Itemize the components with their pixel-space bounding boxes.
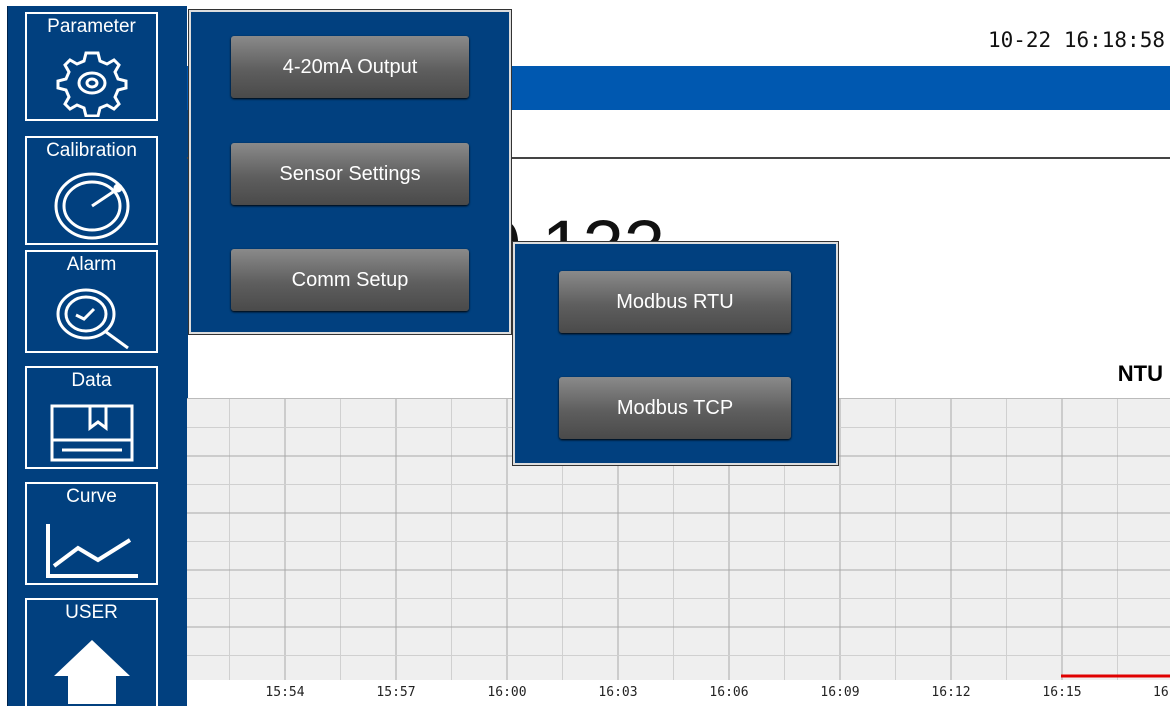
- line-curve-icon: [45, 524, 138, 578]
- nav-curve-button[interactable]: Curve: [25, 482, 158, 585]
- nav-curve-label: Curve: [66, 486, 117, 507]
- comm-setup-submenu: Modbus RTU Modbus TCP: [512, 241, 839, 466]
- nav-parameter-label: Parameter: [47, 16, 136, 37]
- modbus-rtu-button[interactable]: Modbus RTU: [559, 271, 791, 333]
- datetime-display: 10-22 16:18:58: [987, 28, 1165, 52]
- x-tick-label: 16:12: [931, 685, 971, 700]
- gear-icon: [56, 51, 127, 117]
- nav-data-button[interactable]: Data: [25, 366, 158, 469]
- sidebar: Parameter Calibration Alarm Data Curve U…: [0, 0, 188, 706]
- output-4-20ma-button[interactable]: 4-20mA Output: [231, 36, 469, 98]
- gauge-icon: [54, 172, 129, 240]
- nav-calibration-label: Calibration: [46, 140, 137, 161]
- comm-setup-button[interactable]: Comm Setup: [231, 249, 469, 311]
- x-tick-label: 16:15: [1042, 685, 1082, 700]
- sensor-settings-button[interactable]: Sensor Settings: [231, 143, 469, 205]
- nav-parameter-button[interactable]: Parameter: [25, 12, 158, 121]
- home-icon: [53, 640, 130, 704]
- data-box-icon: [50, 404, 133, 462]
- x-tick-label: 16:06: [709, 685, 749, 700]
- nav-data-label: Data: [71, 370, 112, 391]
- nav-alarm-label: Alarm: [66, 254, 117, 275]
- alarm-search-icon: [56, 288, 129, 350]
- parameter-menu: 4-20mA Output Sensor Settings Comm Setup: [188, 9, 512, 335]
- x-tick-label: 16:00: [487, 685, 527, 700]
- nav-alarm-button[interactable]: Alarm: [25, 250, 158, 353]
- trend-x-axis: 15:54 15:57 16:00 16:03 16:06 16:09 16:12 16:15…: [187, 680, 1170, 706]
- modbus-tcp-button[interactable]: Modbus TCP: [559, 377, 791, 439]
- x-tick-label: 16:03: [598, 685, 638, 700]
- nav-user-button[interactable]: USER: [25, 598, 158, 706]
- x-tick-label: 16:18: [1153, 685, 1170, 700]
- x-tick-label: 15:54: [265, 685, 305, 700]
- x-tick-label: 16:09: [820, 685, 860, 700]
- reading-unit: NTU: [1117, 361, 1163, 386]
- nav-user-label: USER: [65, 602, 118, 623]
- x-tick-label: 15:57: [376, 685, 416, 700]
- nav-calibration-button[interactable]: Calibration: [25, 136, 158, 245]
